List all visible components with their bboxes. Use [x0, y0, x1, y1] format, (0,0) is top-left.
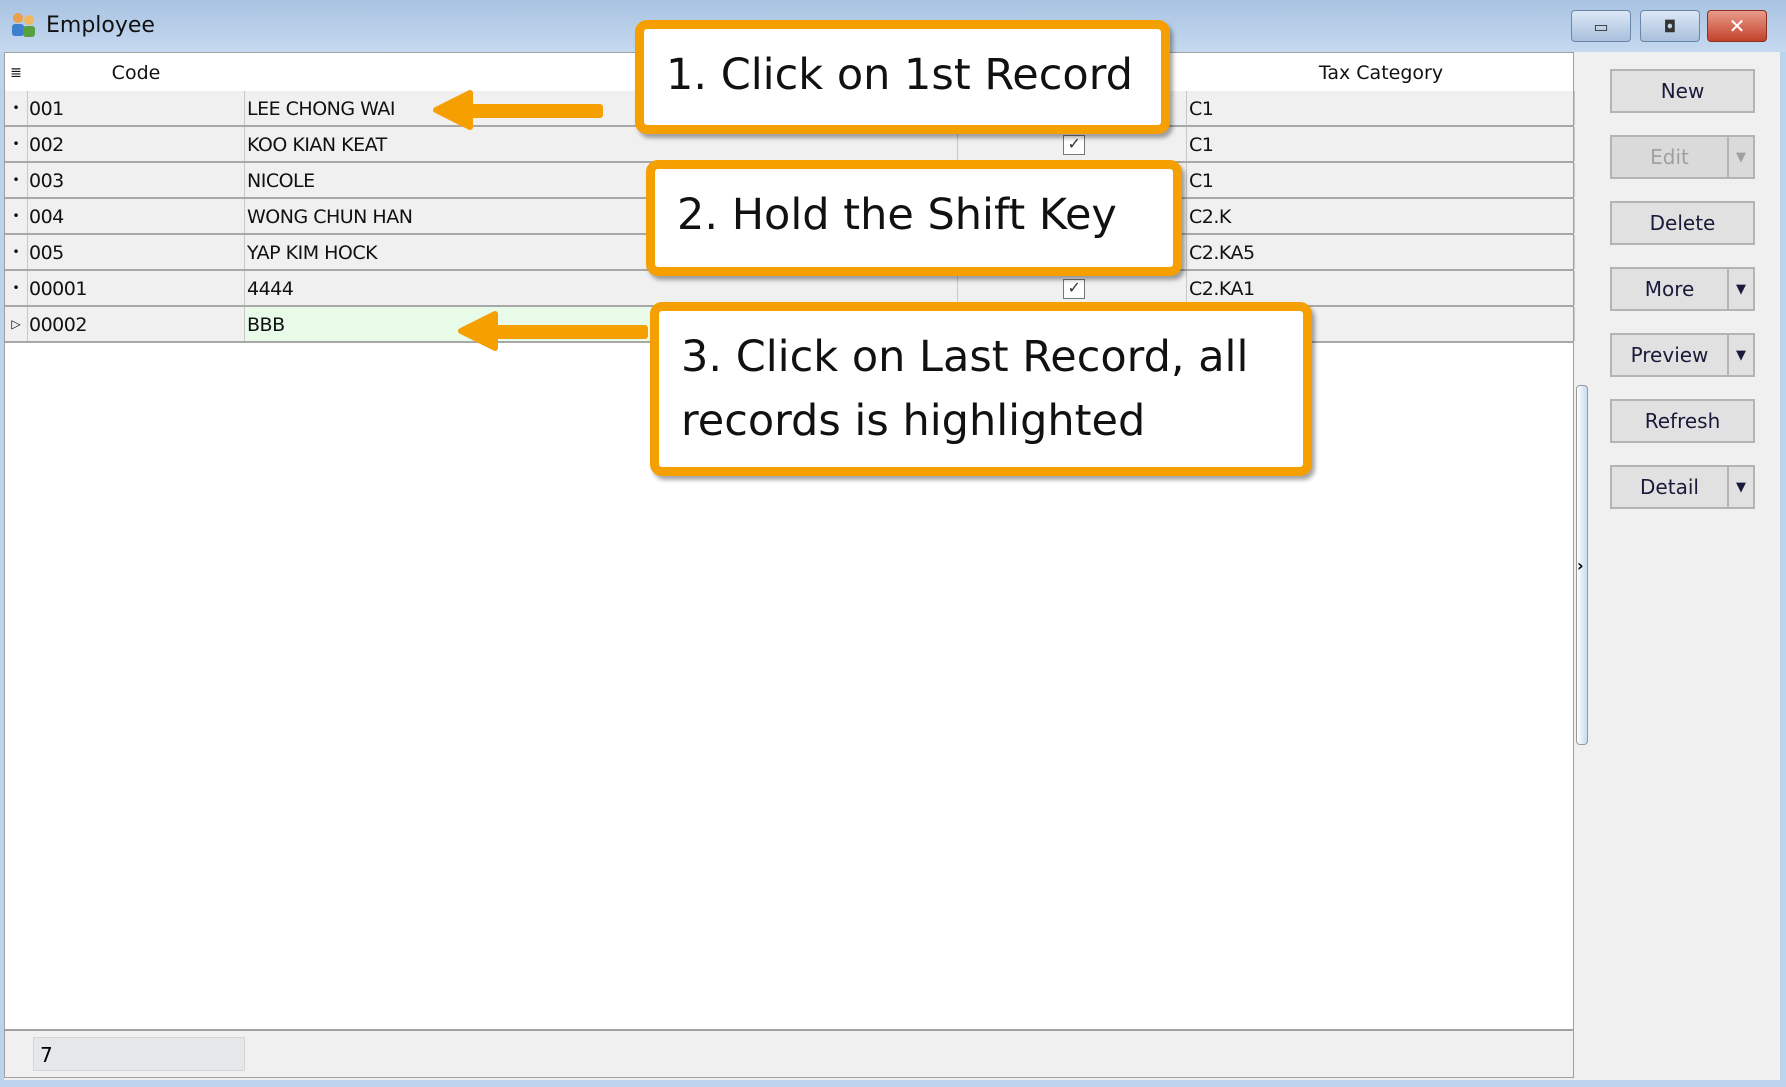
refresh-label: Refresh — [1644, 409, 1721, 433]
chevron-right-icon[interactable]: › — [1577, 556, 1584, 575]
cell-code[interactable]: 003 — [27, 163, 245, 197]
preview-label: Preview — [1630, 343, 1709, 367]
callout-step-2: 2. Hold the Shift Key — [646, 160, 1182, 276]
cell-code[interactable]: 002 — [27, 127, 245, 161]
minimize-button[interactable]: ▭ — [1571, 10, 1631, 42]
column-chooser-icon[interactable]: ≣ — [5, 53, 27, 91]
arrow-left-icon — [458, 311, 648, 351]
minimize-icon: ▭ — [1593, 16, 1609, 36]
close-icon: ✕ — [1728, 14, 1746, 38]
arrow-left-icon — [433, 90, 603, 130]
cell-name[interactable]: 4444 — [245, 271, 958, 305]
cell-tax-category[interactable]: C1 — [1187, 91, 1575, 125]
cell-tax-category[interactable]: C2.K — [1187, 199, 1575, 233]
new-label: New — [1660, 79, 1705, 103]
detail-button[interactable]: Detail ▼ — [1610, 465, 1755, 509]
row-bullet-icon: • — [5, 199, 28, 233]
more-label: More — [1644, 277, 1695, 301]
delete-label: Delete — [1649, 211, 1716, 235]
checkbox-checked[interactable]: ✓ — [1063, 135, 1085, 155]
record-count: 7 — [33, 1037, 245, 1071]
cell-tax-category[interactable]: C2.KA1 — [1187, 271, 1575, 305]
chevron-down-icon[interactable]: ▼ — [1727, 467, 1753, 507]
cell-code[interactable]: 001 — [27, 91, 245, 125]
cell-code[interactable]: 00001 — [27, 271, 245, 305]
refresh-button[interactable]: Refresh — [1610, 399, 1755, 443]
chevron-down-icon[interactable]: ▼ — [1727, 335, 1753, 375]
checkbox-checked[interactable]: ✓ — [1063, 279, 1085, 299]
row-bullet-icon: • — [5, 127, 28, 161]
cell-code[interactable]: 004 — [27, 199, 245, 233]
cell-tax-category[interactable]: C2.KA5 — [1187, 235, 1575, 269]
preview-button[interactable]: Preview ▼ — [1610, 333, 1755, 377]
current-row-indicator-icon: ▷ — [5, 307, 28, 341]
edit-button[interactable]: Edit ▼ — [1610, 135, 1755, 179]
callout-step-1: 1. Click on 1st Record — [635, 20, 1170, 134]
row-bullet-icon: • — [5, 163, 28, 197]
column-header-code[interactable]: Code — [27, 53, 245, 91]
cell-check[interactable]: ✓ — [958, 271, 1187, 305]
cell-code[interactable]: 00002 — [27, 307, 245, 341]
column-header-tax-category[interactable]: Tax Category — [1187, 53, 1575, 91]
window-title: Employee — [46, 13, 155, 38]
cell-code[interactable]: 005 — [27, 235, 245, 269]
chevron-down-icon[interactable]: ▼ — [1727, 269, 1753, 309]
detail-label: Detail — [1640, 475, 1699, 499]
callout-step-3-line-1: 3. Click on Last Record, all — [681, 332, 1249, 382]
callout-step-3: 3. Click on Last Record, all records is … — [650, 302, 1312, 476]
close-button[interactable]: ✕ — [1707, 10, 1767, 42]
chevron-down-icon[interactable]: ▼ — [1727, 137, 1753, 177]
edit-label: Edit — [1650, 145, 1689, 169]
maximize-button[interactable]: ◘ — [1640, 10, 1700, 42]
employee-app-icon — [12, 13, 35, 37]
delete-button[interactable]: Delete — [1610, 201, 1755, 245]
row-bullet-icon: • — [5, 235, 28, 269]
callout-step-3-line-2: records is highlighted — [681, 396, 1146, 446]
grid-footer: 7 — [4, 1030, 1574, 1078]
row-bullet-icon: • — [5, 271, 28, 305]
more-button[interactable]: More ▼ — [1610, 267, 1755, 311]
maximize-icon: ◘ — [1663, 16, 1677, 36]
cell-tax-category[interactable]: C1 — [1187, 127, 1575, 161]
row-bullet-icon: • — [5, 91, 28, 125]
new-button[interactable]: New — [1610, 69, 1755, 113]
cell-tax-category[interactable]: C1 — [1187, 163, 1575, 197]
